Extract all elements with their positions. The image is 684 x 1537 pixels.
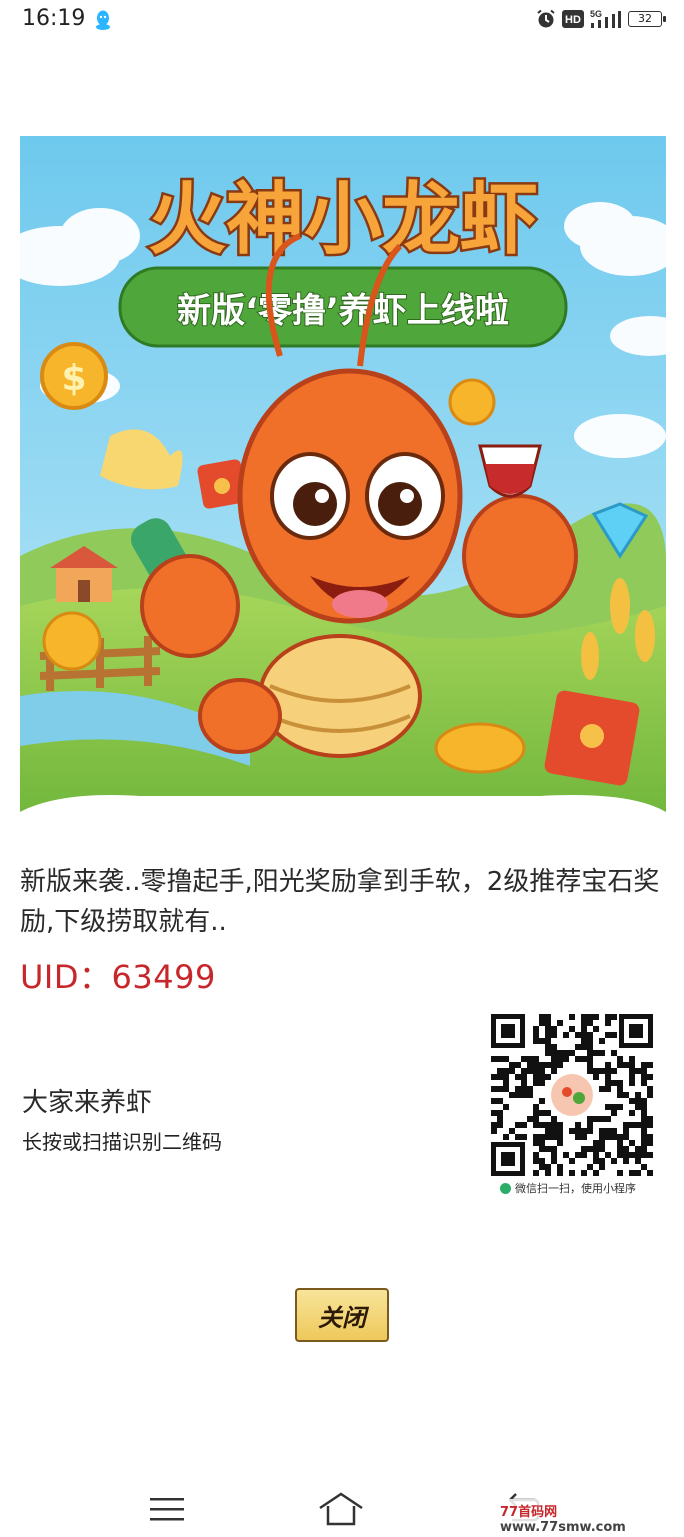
alarm-icon <box>537 9 555 28</box>
poster-title: 火神小龙虾 <box>148 175 538 265</box>
svg-text:5G: 5G <box>590 9 602 19</box>
wechat-icon <box>500 1182 511 1194</box>
coin-icon <box>42 611 102 671</box>
signal-icon: 5G <box>590 9 621 28</box>
hd-icon: HD <box>562 10 584 28</box>
poster-subtitle: 新版‘零撸’养虾上线啦 <box>177 291 509 331</box>
svg-text:$: $ <box>61 358 86 399</box>
svg-text:HD: HD <box>565 14 581 26</box>
status-time: 16:19 <box>22 6 86 31</box>
uid-label: UID： <box>20 958 112 996</box>
coin-icon <box>448 378 496 426</box>
status-bar: 16:19 HD 5G 32 <box>0 0 684 40</box>
battery-icon: 32 <box>628 11 666 27</box>
uid-value: 63499 <box>111 958 216 996</box>
status-icons: HD 5G 32 <box>536 9 666 29</box>
coin-icon <box>434 722 526 774</box>
qq-icon <box>96 10 110 30</box>
red-envelope-icon <box>544 690 640 786</box>
site-watermark: 77首码网 www.77smw.com <box>496 1499 684 1537</box>
mini-program-name: 大家来养虾 <box>22 1088 153 1118</box>
qr-caption-text: 微信扫一扫，使用小程序 <box>515 1182 636 1195</box>
coin-icon: $ <box>40 342 108 410</box>
qr-code-image[interactable] <box>489 1012 655 1178</box>
promo-poster: 火神小龙虾 新版‘零撸’养虾上线啦 $ <box>20 136 666 836</box>
post-description: 新版来袭..零撸起手,阳光奖励拿到手软，2级推荐宝石奖励,下级捞取就有.. <box>20 867 660 937</box>
mini-program-avatar <box>551 1074 593 1116</box>
close-button[interactable]: 关闭 <box>295 1288 389 1342</box>
qr-caption: 微信扫一扫，使用小程序 <box>500 1180 636 1196</box>
home-icon[interactable] <box>318 1492 364 1526</box>
menu-icon[interactable] <box>150 1498 184 1522</box>
uid-text: UID：63499 <box>20 952 216 998</box>
scan-hint: 长按或扫描识别二维码 <box>22 1130 222 1154</box>
